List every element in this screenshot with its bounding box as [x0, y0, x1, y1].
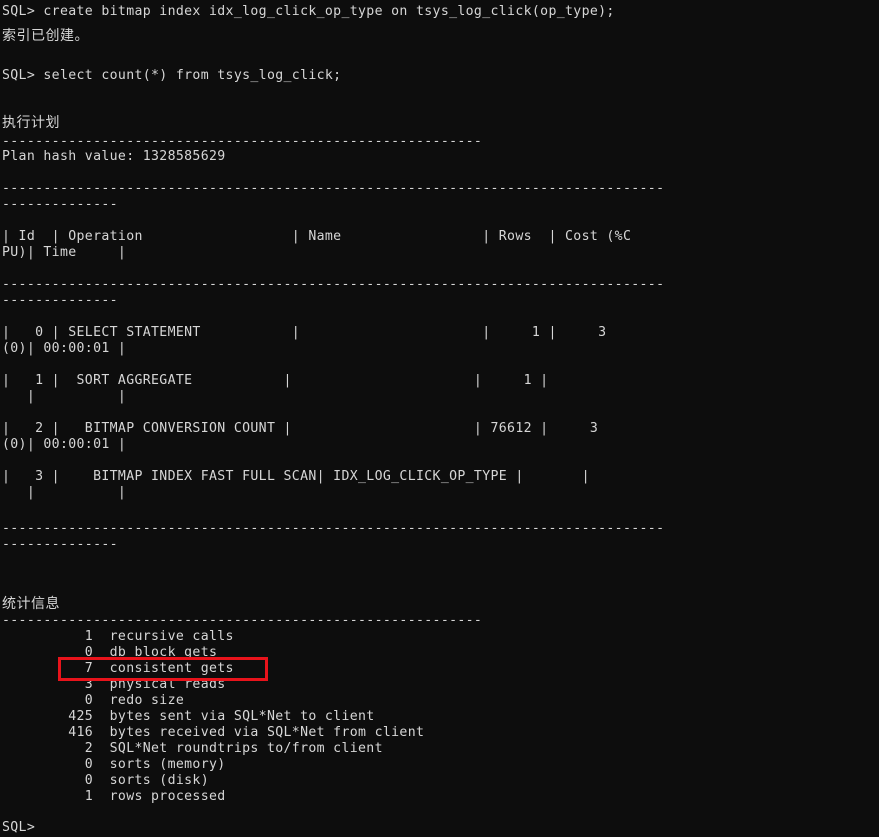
plan-header-a: | Id | Operation | Name | Rows | Cost (%…: [2, 229, 632, 244]
plan-row-0-b: (0)| 00:00:01 |: [2, 341, 127, 356]
stat-bytes-received: 416 bytes received via SQL*Net from clie…: [2, 725, 425, 740]
plan-row-1-a: | 1 | SORT AGGREGATE | | 1 |: [2, 373, 549, 388]
stat-rows-processed: 1 rows processed: [2, 789, 226, 804]
plan-header-b: PU)| Time |: [2, 245, 127, 260]
stat-recursive-calls: 1 recursive calls: [2, 629, 234, 644]
heading-execution-plan: 执行计划: [2, 115, 60, 131]
plan-row-2-a: | 2 | BITMAP CONVERSION COUNT | | 76612 …: [2, 421, 599, 436]
plan-row-1-b: | |: [2, 389, 127, 404]
stat-redo-size: 0 redo size: [2, 693, 185, 708]
stat-roundtrips: 2 SQL*Net roundtrips to/from client: [2, 741, 383, 756]
plan-border-bottom-a: ----------------------------------------…: [2, 521, 665, 536]
stat-bytes-sent: 425 bytes sent via SQL*Net to client: [2, 709, 375, 724]
rule-execution-plan: ----------------------------------------…: [2, 134, 483, 149]
plan-border-bottom-b: --------------: [2, 537, 118, 552]
plan-row-3-b: | |: [2, 485, 127, 500]
stat-consistent-gets: 7 consistent gets: [2, 661, 234, 676]
terminal-window[interactable]: SQL> create bitmap index idx_log_click_o…: [0, 0, 879, 837]
command-select-count: SQL> select count(*) from tsys_log_click…: [2, 68, 342, 83]
rule-statistics: ----------------------------------------…: [2, 613, 483, 628]
heading-statistics: 统计信息: [2, 596, 60, 612]
plan-row-0-a: | 0 | SELECT STATEMENT | | 1 | 3: [2, 325, 607, 340]
prompt-final: SQL>: [2, 820, 36, 835]
plan-row-3-a: | 3 | BITMAP INDEX FAST FULL SCAN| IDX_L…: [2, 469, 590, 484]
stat-physical-reads: 3 physical reads: [2, 677, 226, 692]
command-create-index: SQL> create bitmap index idx_log_click_o…: [2, 4, 615, 19]
stat-sorts-memory: 0 sorts (memory): [2, 757, 226, 772]
message-index-created: 索引已创建。: [2, 28, 89, 44]
stat-db-block-gets: 0 db block gets: [2, 645, 218, 660]
stat-sorts-disk: 0 sorts (disk): [2, 773, 209, 788]
plan-border-mid-a: ----------------------------------------…: [2, 277, 665, 292]
plan-hash-value: Plan hash value: 1328585629: [2, 149, 226, 164]
plan-border-top-a: ----------------------------------------…: [2, 181, 665, 196]
plan-border-mid-b: --------------: [2, 293, 118, 308]
plan-row-2-b: (0)| 00:00:01 |: [2, 437, 127, 452]
plan-border-top-b: --------------: [2, 197, 118, 212]
